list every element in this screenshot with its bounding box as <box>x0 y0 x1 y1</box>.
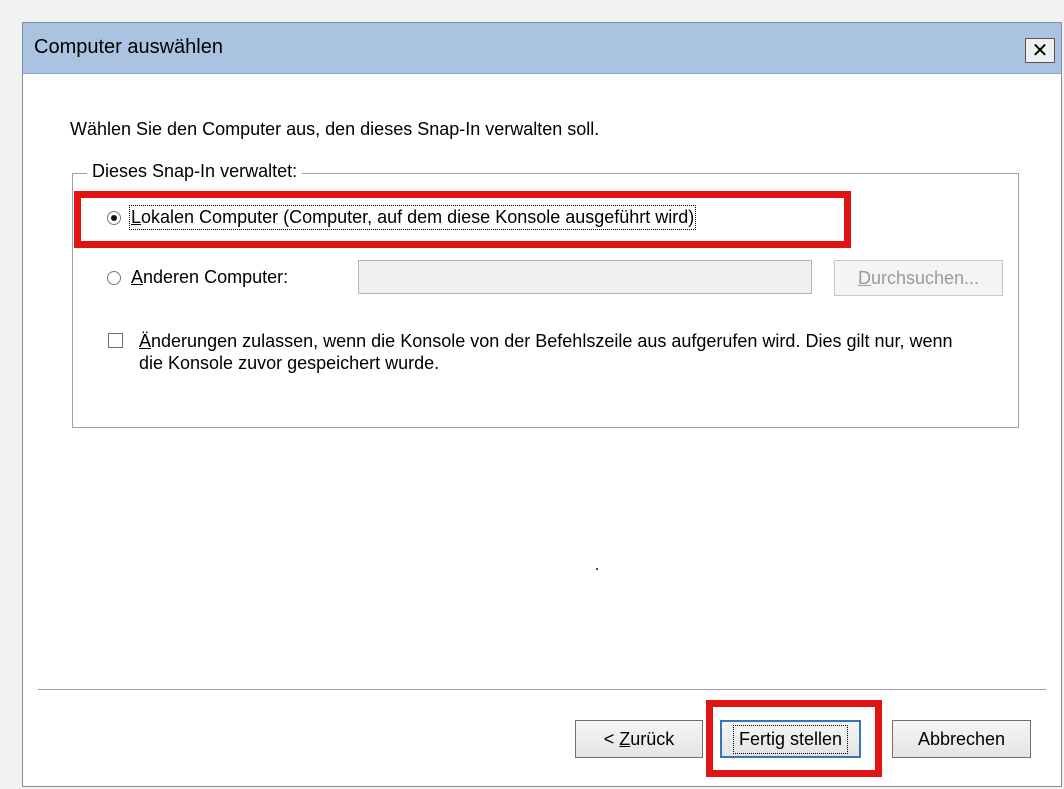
stray-dot <box>596 568 598 570</box>
instruction-text: Wählen Sie den Computer aus, den dieses … <box>70 119 600 139</box>
group-legend: Dieses Snap-In verwaltet: <box>87 161 303 182</box>
browse-label: Durchsuchen... <box>857 267 980 288</box>
browse-button[interactable]: Durchsuchen... <box>834 260 1003 296</box>
dialog-title: Computer auswählen <box>34 36 223 58</box>
dialog-window: Computer auswählen ✕ Wählen Sie den Comp… <box>22 22 1062 787</box>
close-icon: ✕ <box>1031 39 1049 62</box>
local-option-highlight <box>74 191 851 248</box>
back-label: < Zurück <box>603 728 675 749</box>
back-button[interactable]: < Zurück <box>575 720 703 758</box>
title-bar[interactable]: Computer auswählen ✕ <box>23 23 1061 74</box>
other-computer-radio[interactable] <box>107 270 121 285</box>
cancel-label: Abbrechen <box>917 728 1006 749</box>
cancel-button[interactable]: Abbrechen <box>892 720 1031 758</box>
other-computer-label[interactable]: Anderen Computer: <box>131 267 288 288</box>
button-separator <box>38 689 1046 691</box>
allow-changes-option[interactable]: Änderungen zulassen, wenn die Konsole vo… <box>108 330 979 374</box>
finish-button-highlight <box>706 700 882 777</box>
allow-changes-checkbox[interactable] <box>108 333 123 348</box>
computer-name-input[interactable] <box>358 260 812 294</box>
allow-changes-label[interactable]: Änderungen zulassen, wenn die Konsole vo… <box>139 330 979 374</box>
other-computer-option[interactable]: Anderen Computer: <box>107 267 288 288</box>
close-button[interactable]: ✕ <box>1025 38 1055 63</box>
